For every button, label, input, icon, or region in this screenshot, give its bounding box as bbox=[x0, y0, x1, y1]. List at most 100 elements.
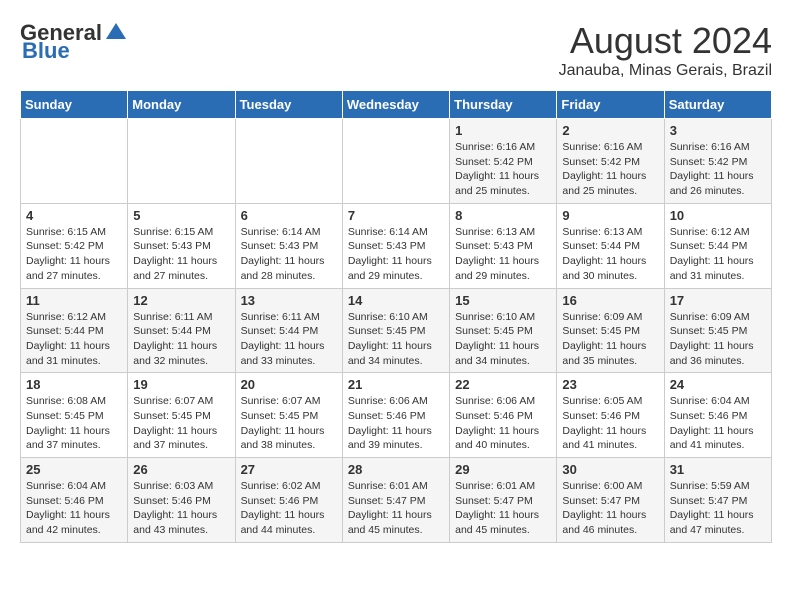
day-number: 19 bbox=[133, 377, 229, 392]
logo-blue-text: Blue bbox=[22, 38, 70, 64]
week-row-5: 25 Sunrise: 6:04 AM Sunset: 5:46 PM Dayli… bbox=[21, 458, 772, 543]
day-number: 28 bbox=[348, 462, 444, 477]
day-number: 18 bbox=[26, 377, 122, 392]
day-number: 2 bbox=[562, 123, 658, 138]
day-info: Sunrise: 6:04 AM Sunset: 5:46 PM Dayligh… bbox=[670, 394, 766, 453]
day-info: Sunrise: 6:01 AM Sunset: 5:47 PM Dayligh… bbox=[348, 479, 444, 538]
day-number: 20 bbox=[241, 377, 337, 392]
calendar-cell: 14 Sunrise: 6:10 AM Sunset: 5:45 PM Dayli… bbox=[342, 288, 449, 373]
day-info: Sunrise: 5:59 AM Sunset: 5:47 PM Dayligh… bbox=[670, 479, 766, 538]
calendar-cell bbox=[342, 119, 449, 204]
calendar-cell: 1 Sunrise: 6:16 AM Sunset: 5:42 PM Daylig… bbox=[450, 119, 557, 204]
day-info: Sunrise: 6:15 AM Sunset: 5:42 PM Dayligh… bbox=[26, 225, 122, 284]
title-area: August 2024 Janauba, Minas Gerais, Brazi… bbox=[559, 20, 772, 80]
calendar-cell: 23Sunrise: 6:05 AM Sunset: 5:46 PM Dayli… bbox=[557, 373, 664, 458]
header-monday: Monday bbox=[128, 91, 235, 119]
day-number: 25 bbox=[26, 462, 122, 477]
day-number: 6 bbox=[241, 208, 337, 223]
day-info: Sunrise: 6:16 AM Sunset: 5:42 PM Dayligh… bbox=[455, 140, 551, 199]
day-info: Sunrise: 6:03 AM Sunset: 5:46 PM Dayligh… bbox=[133, 479, 229, 538]
day-info: Sunrise: 6:02 AM Sunset: 5:46 PM Dayligh… bbox=[241, 479, 337, 538]
calendar-cell: 16Sunrise: 6:09 AM Sunset: 5:45 PM Dayli… bbox=[557, 288, 664, 373]
day-number: 5 bbox=[133, 208, 229, 223]
day-info: Sunrise: 6:10 AM Sunset: 5:45 PM Dayligh… bbox=[348, 310, 444, 369]
calendar-cell: 20Sunrise: 6:07 AM Sunset: 5:45 PM Dayli… bbox=[235, 373, 342, 458]
calendar-cell: 8Sunrise: 6:13 AM Sunset: 5:43 PM Daylig… bbox=[450, 203, 557, 288]
day-info: Sunrise: 6:07 AM Sunset: 5:45 PM Dayligh… bbox=[133, 394, 229, 453]
calendar-cell: 30Sunrise: 6:00 AM Sunset: 5:47 PM Dayli… bbox=[557, 458, 664, 543]
day-info: Sunrise: 6:12 AM Sunset: 5:44 PM Dayligh… bbox=[26, 310, 122, 369]
logo: General Blue bbox=[20, 20, 128, 64]
day-number: 7 bbox=[348, 208, 444, 223]
day-number: 3 bbox=[670, 123, 766, 138]
calendar-cell: 12Sunrise: 6:11 AM Sunset: 5:44 PM Dayli… bbox=[128, 288, 235, 373]
header-tuesday: Tuesday bbox=[235, 91, 342, 119]
calendar-cell: 27 Sunrise: 6:02 AM Sunset: 5:46 PM Dayli… bbox=[235, 458, 342, 543]
calendar-cell: 11 Sunrise: 6:12 AM Sunset: 5:44 PM Dayli… bbox=[21, 288, 128, 373]
day-number: 31 bbox=[670, 462, 766, 477]
location-subtitle: Janauba, Minas Gerais, Brazil bbox=[559, 62, 772, 80]
calendar-cell: 25 Sunrise: 6:04 AM Sunset: 5:46 PM Dayli… bbox=[21, 458, 128, 543]
day-info: Sunrise: 6:15 AM Sunset: 5:43 PM Dayligh… bbox=[133, 225, 229, 284]
day-info: Sunrise: 6:04 AM Sunset: 5:46 PM Dayligh… bbox=[26, 479, 122, 538]
calendar-cell: 4Sunrise: 6:15 AM Sunset: 5:42 PM Daylig… bbox=[21, 203, 128, 288]
page-header: General Blue August 2024 Janauba, Minas … bbox=[20, 20, 772, 80]
calendar-cell bbox=[128, 119, 235, 204]
header-wednesday: Wednesday bbox=[342, 91, 449, 119]
calendar-cell: 2 Sunrise: 6:16 AM Sunset: 5:42 PM Daylig… bbox=[557, 119, 664, 204]
calendar-cell: 3 Sunrise: 6:16 AM Sunset: 5:42 PM Daylig… bbox=[664, 119, 771, 204]
calendar-cell bbox=[21, 119, 128, 204]
day-number: 29 bbox=[455, 462, 551, 477]
calendar-cell bbox=[235, 119, 342, 204]
day-info: Sunrise: 6:14 AM Sunset: 5:43 PM Dayligh… bbox=[241, 225, 337, 284]
week-row-1: 1 Sunrise: 6:16 AM Sunset: 5:42 PM Daylig… bbox=[21, 119, 772, 204]
day-info: Sunrise: 6:01 AM Sunset: 5:47 PM Dayligh… bbox=[455, 479, 551, 538]
day-info: Sunrise: 6:09 AM Sunset: 5:45 PM Dayligh… bbox=[562, 310, 658, 369]
day-info: Sunrise: 6:10 AM Sunset: 5:45 PM Dayligh… bbox=[455, 310, 551, 369]
calendar-cell: 22 Sunrise: 6:06 AM Sunset: 5:46 PM Dayli… bbox=[450, 373, 557, 458]
day-info: Sunrise: 6:16 AM Sunset: 5:42 PM Dayligh… bbox=[562, 140, 658, 199]
day-info: Sunrise: 6:06 AM Sunset: 5:46 PM Dayligh… bbox=[455, 394, 551, 453]
day-number: 22 bbox=[455, 377, 551, 392]
calendar-cell: 26Sunrise: 6:03 AM Sunset: 5:46 PM Dayli… bbox=[128, 458, 235, 543]
day-info: Sunrise: 6:00 AM Sunset: 5:47 PM Dayligh… bbox=[562, 479, 658, 538]
calendar-cell: 17 Sunrise: 6:09 AM Sunset: 5:45 PM Dayli… bbox=[664, 288, 771, 373]
day-info: Sunrise: 6:13 AM Sunset: 5:43 PM Dayligh… bbox=[455, 225, 551, 284]
day-number: 1 bbox=[455, 123, 551, 138]
day-number: 21 bbox=[348, 377, 444, 392]
header-saturday: Saturday bbox=[664, 91, 771, 119]
day-info: Sunrise: 6:11 AM Sunset: 5:44 PM Dayligh… bbox=[133, 310, 229, 369]
calendar-cell: 9 Sunrise: 6:13 AM Sunset: 5:44 PM Daylig… bbox=[557, 203, 664, 288]
week-row-4: 18 Sunrise: 6:08 AM Sunset: 5:45 PM Dayli… bbox=[21, 373, 772, 458]
day-number: 17 bbox=[670, 293, 766, 308]
day-info: Sunrise: 6:09 AM Sunset: 5:45 PM Dayligh… bbox=[670, 310, 766, 369]
header-sunday: Sunday bbox=[21, 91, 128, 119]
calendar-cell: 31 Sunrise: 5:59 AM Sunset: 5:47 PM Dayli… bbox=[664, 458, 771, 543]
day-info: Sunrise: 6:08 AM Sunset: 5:45 PM Dayligh… bbox=[26, 394, 122, 453]
week-row-3: 11 Sunrise: 6:12 AM Sunset: 5:44 PM Dayli… bbox=[21, 288, 772, 373]
day-info: Sunrise: 6:14 AM Sunset: 5:43 PM Dayligh… bbox=[348, 225, 444, 284]
day-info: Sunrise: 6:13 AM Sunset: 5:44 PM Dayligh… bbox=[562, 225, 658, 284]
day-number: 10 bbox=[670, 208, 766, 223]
day-number: 15 bbox=[455, 293, 551, 308]
week-row-2: 4Sunrise: 6:15 AM Sunset: 5:42 PM Daylig… bbox=[21, 203, 772, 288]
calendar-cell: 24Sunrise: 6:04 AM Sunset: 5:46 PM Dayli… bbox=[664, 373, 771, 458]
header-thursday: Thursday bbox=[450, 91, 557, 119]
day-info: Sunrise: 6:06 AM Sunset: 5:46 PM Dayligh… bbox=[348, 394, 444, 453]
calendar-header-row: SundayMondayTuesdayWednesdayThursdayFrid… bbox=[21, 91, 772, 119]
calendar-cell: 10Sunrise: 6:12 AM Sunset: 5:44 PM Dayli… bbox=[664, 203, 771, 288]
day-number: 9 bbox=[562, 208, 658, 223]
calendar-cell: 28 Sunrise: 6:01 AM Sunset: 5:47 PM Dayli… bbox=[342, 458, 449, 543]
day-number: 27 bbox=[241, 462, 337, 477]
day-number: 13 bbox=[241, 293, 337, 308]
day-number: 11 bbox=[26, 293, 122, 308]
day-info: Sunrise: 6:11 AM Sunset: 5:44 PM Dayligh… bbox=[241, 310, 337, 369]
calendar-cell: 6 Sunrise: 6:14 AM Sunset: 5:43 PM Daylig… bbox=[235, 203, 342, 288]
calendar-cell: 18 Sunrise: 6:08 AM Sunset: 5:45 PM Dayli… bbox=[21, 373, 128, 458]
calendar-cell: 5 Sunrise: 6:15 AM Sunset: 5:43 PM Daylig… bbox=[128, 203, 235, 288]
calendar-table: SundayMondayTuesdayWednesdayThursdayFrid… bbox=[20, 90, 772, 543]
calendar-cell: 29 Sunrise: 6:01 AM Sunset: 5:47 PM Dayli… bbox=[450, 458, 557, 543]
day-info: Sunrise: 6:16 AM Sunset: 5:42 PM Dayligh… bbox=[670, 140, 766, 199]
calendar-cell: 13 Sunrise: 6:11 AM Sunset: 5:44 PM Dayli… bbox=[235, 288, 342, 373]
day-number: 14 bbox=[348, 293, 444, 308]
